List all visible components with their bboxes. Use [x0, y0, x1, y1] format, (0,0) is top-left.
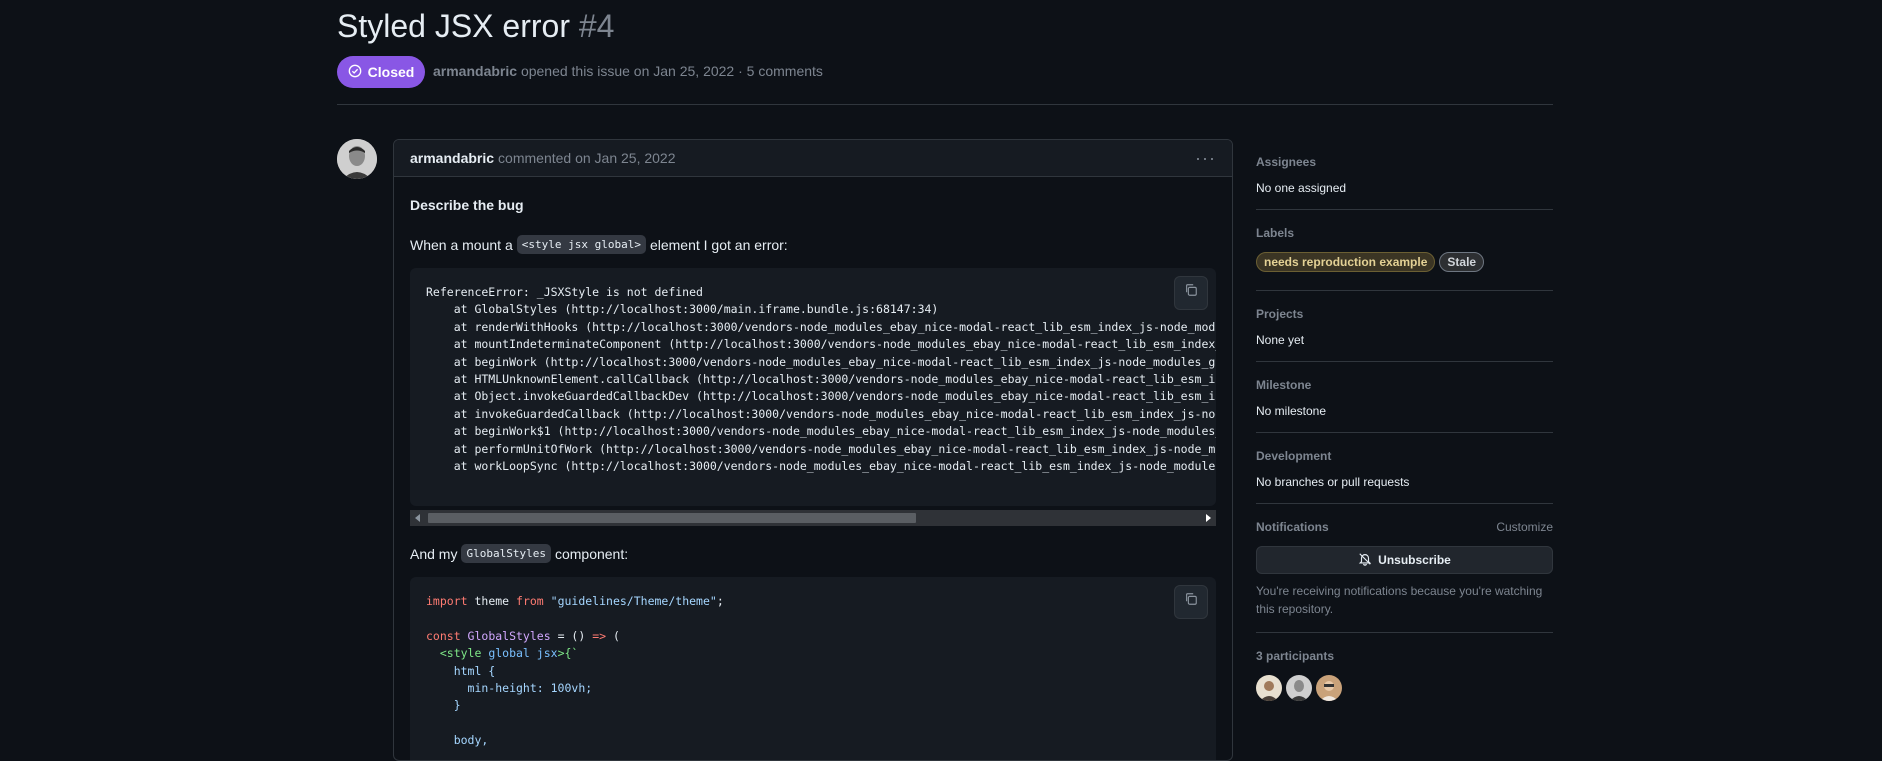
- participants-list: [1256, 675, 1553, 701]
- copy-icon: [1184, 283, 1198, 302]
- copy-icon: [1184, 592, 1198, 611]
- assignees-section: Assignees No one assigned: [1256, 155, 1553, 210]
- notifications-text: You're receiving notifications because y…: [1256, 584, 1543, 616]
- error-stack-trace: ReferenceError: _JSXStyle is not defined…: [410, 268, 1216, 491]
- status-badge: Closed: [337, 56, 425, 88]
- issue-opened-text: opened this issue on Jan 25, 2022 · 5 co…: [520, 63, 823, 79]
- inline-code-globalstyles: GlobalStyles: [461, 544, 551, 563]
- participant-avatar[interactable]: [1316, 675, 1342, 701]
- labels-label[interactable]: Labels: [1256, 226, 1553, 240]
- development-section: Development No branches or pull requests: [1256, 449, 1553, 504]
- component-code: import theme from "guidelines/Theme/them…: [426, 594, 724, 748]
- projects-value: None yet: [1256, 333, 1305, 347]
- milestone-value: No milestone: [1256, 404, 1327, 418]
- participants-section: 3 participants: [1256, 649, 1553, 701]
- kebab-menu-icon[interactable]: ···: [1195, 148, 1216, 169]
- inline-code-style-jsx: <style jsx global>: [516, 235, 646, 254]
- error-line: at HTMLUnknownElement.callCallback (http…: [453, 372, 1216, 387]
- comment-body: Describe the bug When a mount a <style j…: [394, 177, 1232, 760]
- error-line: ReferenceError: _JSXStyle is not defined: [426, 285, 703, 299]
- error-line: at workLoopSync (http://localhost:3000/v…: [453, 459, 1216, 474]
- notifications-section: Notifications Customize Unsubscribe You'…: [1256, 520, 1553, 633]
- comment-heading: Describe the bug: [410, 197, 524, 213]
- participants-label: 3 participants: [1256, 649, 1335, 663]
- copy-button-2[interactable]: [1174, 585, 1208, 619]
- issue-title-text: Styled JSX error: [337, 8, 570, 44]
- scroll-right-arrow-icon[interactable]: [1206, 514, 1211, 522]
- error-line: at Object.invokeGuardedCallbackDev (http…: [453, 389, 1216, 404]
- projects-section: Projects None yet: [1256, 307, 1553, 362]
- para1-after: element I got an error:: [649, 236, 788, 253]
- labels-list: needs reproduction example Stale: [1256, 252, 1553, 272]
- participant-avatar[interactable]: [1256, 675, 1282, 701]
- error-line: at beginWork$1 (http://localhost:3000/ve…: [453, 424, 1216, 439]
- projects-label[interactable]: Projects: [1256, 307, 1553, 321]
- notifications-header: Notifications Customize: [1256, 520, 1553, 534]
- notifications-label: Notifications: [1256, 520, 1329, 534]
- error-line: at performUnitOfWork (http://localhost:3…: [453, 441, 1216, 456]
- labels-section: Labels needs reproduction example Stale: [1256, 226, 1553, 291]
- unsubscribe-label: Unsubscribe: [1378, 553, 1451, 567]
- participant-avatar[interactable]: [1286, 675, 1312, 701]
- error-line: at renderWithHooks (http://localhost:300…: [453, 319, 1216, 334]
- para1-before: When a mount a: [410, 236, 513, 253]
- development-value: No branches or pull requests: [1256, 475, 1410, 489]
- comment-box: armandabric commented on Jan 25, 2022 ··…: [393, 139, 1233, 761]
- assignees-value: No one assigned: [1256, 181, 1347, 195]
- issue-author-link[interactable]: armandabric: [433, 63, 517, 79]
- development-label[interactable]: Development: [1256, 449, 1553, 463]
- unsubscribe-button[interactable]: Unsubscribe: [1256, 546, 1553, 574]
- para2-before: And my: [410, 545, 458, 562]
- scroll-left-arrow-icon[interactable]: [415, 514, 420, 522]
- bell-slash-icon: [1358, 552, 1372, 569]
- milestone-label[interactable]: Milestone: [1256, 378, 1553, 392]
- customize-link[interactable]: Customize: [1496, 520, 1553, 534]
- label-needs-reproduction[interactable]: needs reproduction example: [1256, 252, 1436, 272]
- error-code-block: ReferenceError: _JSXStyle is not defined…: [410, 268, 1216, 506]
- header-divider: [337, 104, 1553, 105]
- comment-author-link[interactable]: armandabric: [410, 150, 494, 166]
- check-circle-icon: [348, 64, 362, 81]
- assignees-label[interactable]: Assignees: [1256, 155, 1553, 169]
- issue-number: #4: [578, 8, 615, 44]
- error-line: at beginWork (http://localhost:3000/vend…: [453, 354, 1216, 369]
- issue-title: Styled JSX error #4: [337, 8, 614, 45]
- issue-sidebar: Assignees No one assigned Labels needs r…: [1256, 155, 1553, 701]
- label-stale[interactable]: Stale: [1439, 252, 1485, 272]
- milestone-section: Milestone No milestone: [1256, 378, 1553, 433]
- scrollbar-thumb[interactable]: [428, 513, 916, 523]
- error-line: at mountIndeterminateComponent (http://l…: [453, 337, 1216, 352]
- comment-paragraph-1: When a mount a <style jsx global> elemen…: [410, 235, 1216, 254]
- issue-meta: armandabric opened this issue on Jan 25,…: [433, 63, 823, 79]
- comment-paragraph-2: And my GlobalStyles component:: [410, 544, 1216, 563]
- copy-button[interactable]: [1174, 276, 1208, 310]
- component-code-block: import theme from "guidelines/Theme/them…: [410, 577, 1216, 760]
- horizontal-scrollbar[interactable]: [410, 510, 1216, 526]
- status-text: Closed: [367, 64, 415, 80]
- error-line: at invokeGuardedCallback (http://localho…: [453, 406, 1216, 421]
- comment-header: armandabric commented on Jan 25, 2022 ··…: [394, 140, 1232, 177]
- error-line: at GlobalStyles (http://localhost:3000/m…: [426, 302, 939, 317]
- avatar[interactable]: [337, 139, 377, 179]
- comment-meta[interactable]: commented on Jan 25, 2022: [498, 150, 675, 166]
- para2-after: component:: [554, 545, 629, 562]
